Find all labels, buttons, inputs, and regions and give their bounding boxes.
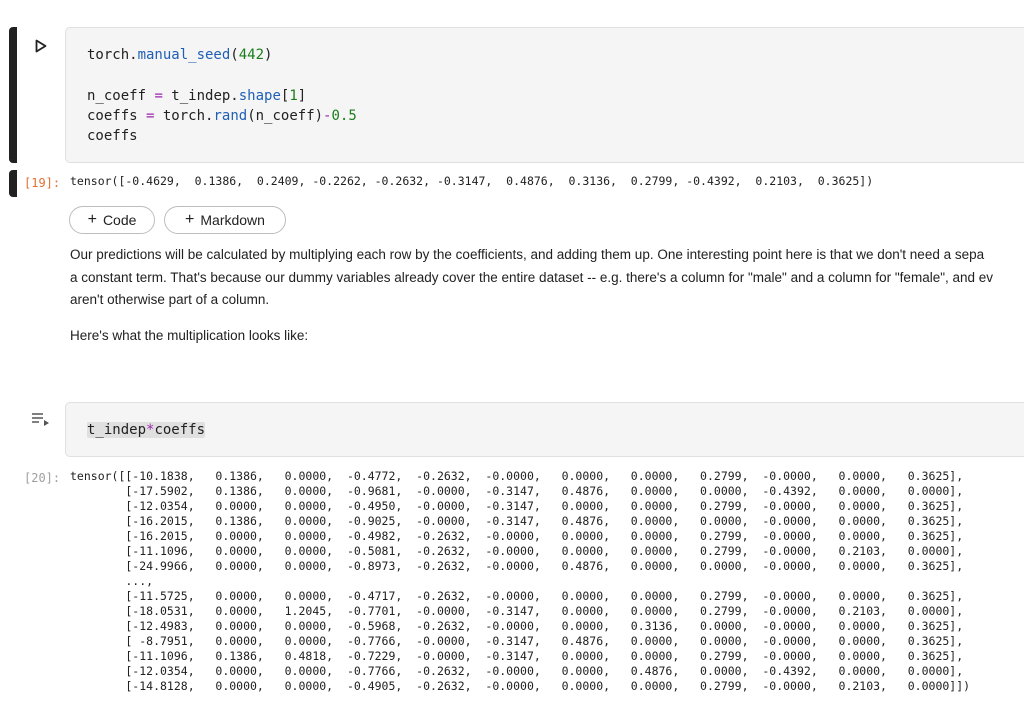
- plus-icon: +: [185, 211, 195, 228]
- plus-icon: +: [87, 211, 97, 228]
- markdown-line-4: Here's what the multiplication looks lik…: [70, 328, 309, 343]
- run-cell-button[interactable]: [30, 35, 52, 57]
- code-token: (n_coeff): [247, 108, 324, 124]
- add-code-label: Code: [102, 212, 137, 228]
- code-line: n_coeff = t_indep.shape[1]: [87, 87, 306, 105]
- code-token: 1: [289, 88, 298, 104]
- output-indicator: [9, 170, 17, 197]
- output-prompt: [19]:: [24, 176, 61, 190]
- tensor-row: [-12.4983, 0.0000, 0.0000, -0.5968, -0.2…: [70, 619, 964, 633]
- code-token: rand: [213, 108, 248, 124]
- tensor-output: tensor([[-10.1838, 0.1386, 0.0000, -0.47…: [70, 469, 970, 694]
- tensor-row: [-11.1096, 0.1386, 0.4818, -0.7229, -0.0…: [70, 649, 964, 663]
- play-icon: [35, 39, 47, 53]
- cell-output: tensor([-0.4629, 0.1386, 0.2409, -0.2262…: [70, 174, 874, 188]
- tensor-row: ...,: [70, 574, 154, 588]
- tensor-row: [-17.5902, 0.1386, 0.0000, -0.9681, -0.0…: [70, 484, 964, 498]
- code-cell-editor-2[interactable]: t_indep*coeffs: [65, 402, 1024, 457]
- code-line: coeffs: [87, 127, 138, 145]
- code-token: 442: [238, 47, 265, 63]
- code-token: shape: [238, 88, 281, 104]
- output-prompt-2: [20]:: [24, 471, 61, 485]
- code-line: torch.manual_seed(442): [87, 46, 272, 64]
- tensor-row: [-11.1096, 0.0000, 0.0000, -0.5081, -0.2…: [70, 544, 964, 558]
- code-token: torch.: [87, 47, 138, 63]
- tensor-row: [-12.0354, 0.0000, 0.0000, -0.4950, -0.0…: [70, 499, 964, 513]
- code-token: coeffs: [87, 108, 147, 124]
- code-token: coeffs: [87, 128, 138, 144]
- tensor-row: tensor([[-10.1838, 0.1386, 0.0000, -0.47…: [70, 469, 964, 483]
- tensor-row: [ -8.7951, 0.0000, 0.0000, -0.7766, -0.0…: [70, 634, 964, 648]
- cell-menu-button[interactable]: [30, 411, 52, 429]
- code-line: t_indep*coeffs: [87, 421, 206, 439]
- cell-menu-icon: [32, 413, 49, 426]
- code-token: =: [154, 88, 163, 104]
- code-line: coeffs = torch.rand(n_coeff)-0.5: [87, 107, 357, 125]
- markdown-line-3: aren't otherwise part of a column.: [70, 292, 270, 307]
- code-token: manual_seed: [137, 47, 231, 63]
- code-cell-editor[interactable]: torch.manual_seed(442) n_coeff = t_indep.…: [65, 27, 1024, 163]
- code-token: t_indep: [87, 422, 147, 438]
- tensor-row: [-16.2015, 0.1386, 0.0000, -0.9025, -0.0…: [70, 514, 964, 528]
- tensor-row: [-16.2015, 0.0000, 0.0000, -0.4982, -0.2…: [70, 529, 964, 543]
- code-token: (: [230, 47, 239, 63]
- code-token: ]: [297, 88, 307, 104]
- tensor-row: [-12.0354, 0.0000, 0.0000, -0.7766, -0.2…: [70, 664, 964, 678]
- markdown-line-2: a constant term. That's because our dumm…: [70, 270, 994, 285]
- code-token: coeffs: [154, 422, 206, 438]
- code-token: 0.5: [331, 108, 357, 124]
- code-token: t_indep.: [162, 88, 239, 104]
- add-code-button[interactable]: + Code: [69, 206, 155, 234]
- tensor-row: [-11.5725, 0.0000, 0.0000, -0.4717, -0.2…: [70, 589, 964, 603]
- tensor-row: [-18.0531, 0.0000, 1.2045, -0.7701, -0.0…: [70, 604, 964, 618]
- code-token: ): [264, 47, 273, 63]
- code-token: torch.: [154, 108, 214, 124]
- tensor-row: [-14.8128, 0.0000, 0.0000, -0.4905, -0.2…: [70, 679, 971, 693]
- tensor-row: [-24.9966, 0.0000, 0.0000, -0.8973, -0.2…: [70, 559, 964, 573]
- code-token: n_coeff: [87, 88, 155, 104]
- active-cell-indicator: [9, 27, 17, 163]
- add-markdown-label: Markdown: [200, 212, 265, 228]
- markdown-line-1: Our predictions will be calculated by mu…: [70, 247, 985, 262]
- add-markdown-button[interactable]: + Markdown: [164, 206, 286, 234]
